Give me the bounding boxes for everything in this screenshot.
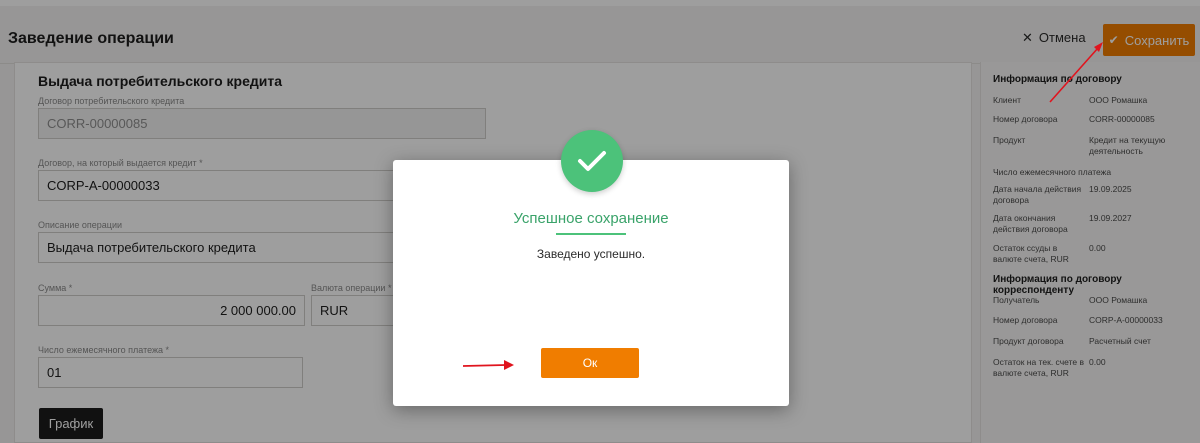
modal-title: Успешное сохранение [513,210,669,227]
modal-message: Заведено успешно. [536,247,646,261]
modal-title-underline [556,233,626,235]
ok-button[interactable]: Ок [541,348,639,378]
check-circle-icon [561,130,623,192]
